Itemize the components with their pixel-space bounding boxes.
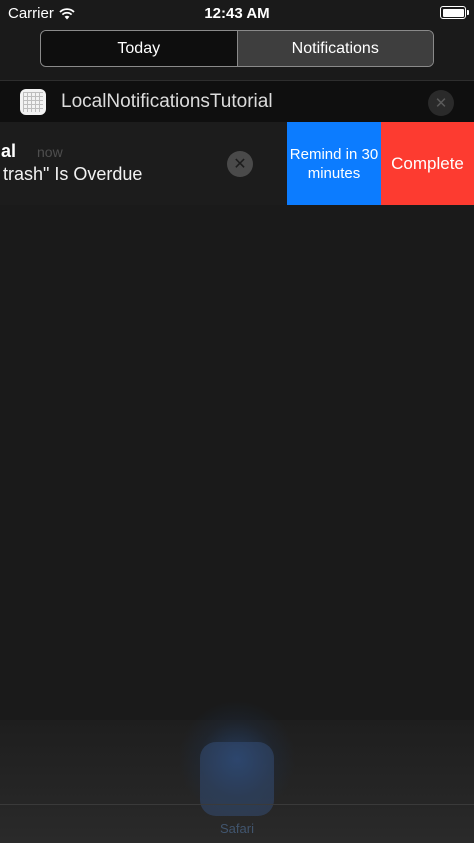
dock-divider xyxy=(0,804,474,805)
notification-body: trash" Is Overdue xyxy=(3,164,143,184)
app-icon-pattern xyxy=(23,92,43,112)
status-bar: Carrier 12:43 AM xyxy=(0,0,474,28)
notification-row[interactable]: al now trash" Is Overdue ✕ Remind in 30 … xyxy=(0,122,474,205)
close-icon[interactable]: ✕ xyxy=(428,90,454,116)
notification-title: al xyxy=(1,141,17,161)
dock: Safari xyxy=(0,700,474,843)
dock-app-label: Safari xyxy=(220,821,254,836)
tab-today[interactable]: Today xyxy=(41,31,237,66)
battery-fill xyxy=(442,8,464,17)
view-switcher: Today Notifications xyxy=(40,30,434,67)
app-group-header: LocalNotificationsTutorial ✕ xyxy=(0,81,474,122)
status-time: 12:43 AM xyxy=(204,5,270,22)
tab-notifications[interactable]: Notifications xyxy=(236,31,433,66)
remind-later-button[interactable]: Remind in 30 minutes xyxy=(287,122,381,205)
complete-button[interactable]: Complete xyxy=(381,122,474,205)
dismiss-notification-button[interactable]: ✕ xyxy=(227,151,253,177)
app-group-name: LocalNotificationsTutorial xyxy=(61,91,273,112)
app-grid-icon xyxy=(20,89,46,115)
battery-icon xyxy=(440,6,469,19)
notification-time: now xyxy=(37,144,63,160)
lock-screen: Carrier 12:43 AM Today Notifications Loc… xyxy=(0,0,474,843)
